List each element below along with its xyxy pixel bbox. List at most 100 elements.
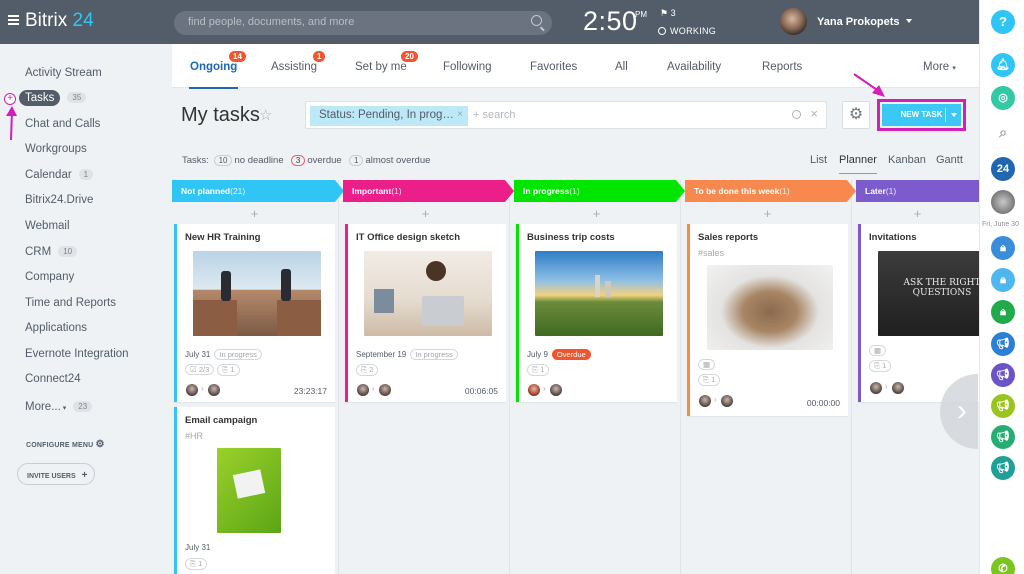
- close-icon[interactable]: ×: [457, 109, 463, 120]
- column-header[interactable]: Not planned(21): [172, 180, 344, 202]
- tab-more[interactable]: More ▾: [923, 61, 956, 73]
- new-task-button[interactable]: NEW TASK: [882, 104, 961, 126]
- menu-icon[interactable]: [8, 15, 19, 25]
- no-deadline-label[interactable]: no deadline: [234, 155, 283, 166]
- invite-users-button[interactable]: INVITE USERS +: [17, 463, 95, 485]
- column-header[interactable]: Later(1): [856, 180, 988, 202]
- task-card[interactable]: New HR Training July 31 In progress ☑ 2/3…: [174, 224, 335, 402]
- task-card[interactable]: Email campaign #HR July 31 ⎘ 1: [174, 407, 335, 574]
- add-card-button[interactable]: +: [685, 205, 850, 222]
- add-card-button[interactable]: +: [514, 205, 679, 222]
- responsible-avatar[interactable]: [892, 382, 904, 394]
- creator-avatar[interactable]: [699, 395, 711, 407]
- favorite-star-icon[interactable]: ☆: [259, 106, 272, 124]
- megaphone-icon[interactable]: 📢︎: [991, 456, 1015, 480]
- column-header[interactable]: In progress(1): [514, 180, 685, 202]
- clear-icon[interactable]: ×: [810, 106, 818, 121]
- responsible-avatar[interactable]: [379, 384, 391, 396]
- megaphone-icon[interactable]: 📢︎: [991, 394, 1015, 418]
- work-status[interactable]: WORKING: [658, 26, 716, 36]
- overdue-label[interactable]: overdue: [307, 155, 341, 166]
- sidebar-item-activity-stream[interactable]: Activity Stream: [25, 67, 102, 79]
- card-title[interactable]: New HR Training: [185, 232, 260, 243]
- add-card-button[interactable]: +: [343, 205, 508, 222]
- sidebar-item-chat-and-calls[interactable]: Chat and Calls: [25, 118, 100, 130]
- creator-avatar[interactable]: [528, 384, 540, 396]
- no-deadline-count[interactable]: 10: [213, 155, 233, 166]
- search-icon[interactable]: [792, 110, 801, 119]
- card-title[interactable]: Sales reports: [698, 232, 758, 243]
- settings-gear-button[interactable]: ⚙: [842, 101, 870, 129]
- card-title[interactable]: Business trip costs: [527, 232, 615, 243]
- almost-overdue-label[interactable]: almost overdue: [365, 155, 430, 166]
- user-menu[interactable]: Yana Prokopets: [817, 16, 912, 28]
- phone-icon[interactable]: ✆: [991, 557, 1015, 574]
- sidebar-item-company[interactable]: Company: [25, 271, 74, 283]
- search-icon[interactable]: ⌕: [991, 120, 1015, 144]
- lock-icon[interactable]: 🔒︎: [991, 236, 1015, 260]
- megaphone-icon[interactable]: 📢︎: [991, 332, 1015, 356]
- sidebar-item-time-and-reports[interactable]: Time and Reports: [25, 297, 116, 309]
- configure-menu-button[interactable]: CONFIGURE MENU ⚙: [26, 439, 105, 450]
- bitrix24-chat-icon[interactable]: 24: [991, 157, 1015, 181]
- tab-assisting[interactable]: Assisting 1: [271, 51, 326, 73]
- view-planner[interactable]: Planner: [839, 154, 877, 174]
- user-avatar[interactable]: [780, 8, 807, 35]
- responsible-avatar[interactable]: [550, 384, 562, 396]
- search-input[interactable]: find people, documents, and more: [174, 11, 552, 35]
- filter-search-input[interactable]: + search: [473, 109, 516, 121]
- flag-counter[interactable]: ⚑ 3: [660, 8, 676, 19]
- card-title[interactable]: Invitations: [869, 232, 917, 243]
- megaphone-icon[interactable]: 📢︎: [991, 363, 1015, 387]
- messenger-icon[interactable]: ◎: [991, 86, 1015, 110]
- add-card-button[interactable]: +: [856, 205, 979, 222]
- view-gantt[interactable]: Gantt: [936, 154, 963, 166]
- tab-set-by-me[interactable]: Set by me 20: [355, 51, 418, 73]
- add-card-button[interactable]: +: [172, 205, 337, 222]
- card-title[interactable]: Email campaign: [185, 415, 257, 426]
- sidebar-item-workgroups[interactable]: Workgroups: [25, 143, 87, 155]
- tab-favorites[interactable]: Favorites: [530, 61, 577, 73]
- sidebar-item-crm[interactable]: CRM 10: [25, 246, 78, 258]
- notifications-bell-icon[interactable]: 🔔︎: [991, 53, 1015, 77]
- lock-icon[interactable]: 🔒︎: [991, 300, 1015, 324]
- sidebar-item-applications[interactable]: Applications: [25, 322, 87, 334]
- clock[interactable]: 2:50: [583, 6, 638, 37]
- sidebar-item-connect24[interactable]: Connect24: [25, 373, 81, 385]
- creator-avatar[interactable]: [870, 382, 882, 394]
- task-card[interactable]: IT Office design sketch September 19 In p…: [345, 224, 506, 402]
- tab-reports[interactable]: Reports: [762, 61, 802, 73]
- responsible-avatar[interactable]: [721, 395, 733, 407]
- time-tracker[interactable]: 00:00:00: [807, 398, 840, 408]
- card-tag[interactable]: #sales: [698, 248, 724, 258]
- sidebar-item-evernote-integration[interactable]: Evernote Integration: [25, 348, 129, 360]
- chevron-down-icon[interactable]: [951, 113, 957, 120]
- megaphone-icon[interactable]: 📢︎: [991, 425, 1015, 449]
- sidebar-item-webmail[interactable]: Webmail: [25, 220, 70, 232]
- sidebar-item-more[interactable]: More... ▾ 23: [25, 401, 93, 413]
- card-tag[interactable]: #HR: [185, 431, 203, 441]
- column-header[interactable]: Important(1): [343, 180, 514, 202]
- sidebar-item-tasks[interactable]: Tasks 35: [19, 90, 87, 106]
- overdue-count[interactable]: 3: [290, 155, 306, 166]
- tab-ongoing[interactable]: Ongoing 14: [188, 51, 246, 89]
- view-kanban[interactable]: Kanban: [888, 154, 926, 166]
- filter-search[interactable]: Status: Pending, In prog… × + search ×: [305, 101, 827, 129]
- time-tracker[interactable]: 00:06:05: [465, 386, 498, 396]
- sidebar-item-bitrix24-drive[interactable]: Bitrix24.Drive: [25, 194, 93, 206]
- view-list[interactable]: List: [810, 154, 827, 166]
- filter-chip-status[interactable]: Status: Pending, In prog… ×: [310, 106, 468, 126]
- almost-overdue-count[interactable]: 1: [348, 155, 364, 166]
- creator-avatar[interactable]: [186, 384, 198, 396]
- column-header[interactable]: To be done this week(1): [685, 180, 856, 202]
- tab-following[interactable]: Following: [443, 61, 492, 73]
- card-title[interactable]: IT Office design sketch: [356, 232, 460, 243]
- responsible-avatar[interactable]: [208, 384, 220, 396]
- logo[interactable]: Bitrix 24: [25, 10, 94, 32]
- lock-icon[interactable]: 🔒︎: [991, 268, 1015, 292]
- task-card[interactable]: Sales reports #sales ▦ ⎘ 1 › 00:00:00: [687, 224, 848, 416]
- task-card[interactable]: Business trip costs July 9 Overdue ⎘ 1 ›: [516, 224, 677, 402]
- task-card[interactable]: Invitations ASK THE RIGHT QUESTIONS ▦ ⎘ …: [858, 224, 982, 402]
- sidebar-item-calendar[interactable]: Calendar 1: [25, 169, 94, 181]
- help-icon[interactable]: ?: [991, 10, 1015, 34]
